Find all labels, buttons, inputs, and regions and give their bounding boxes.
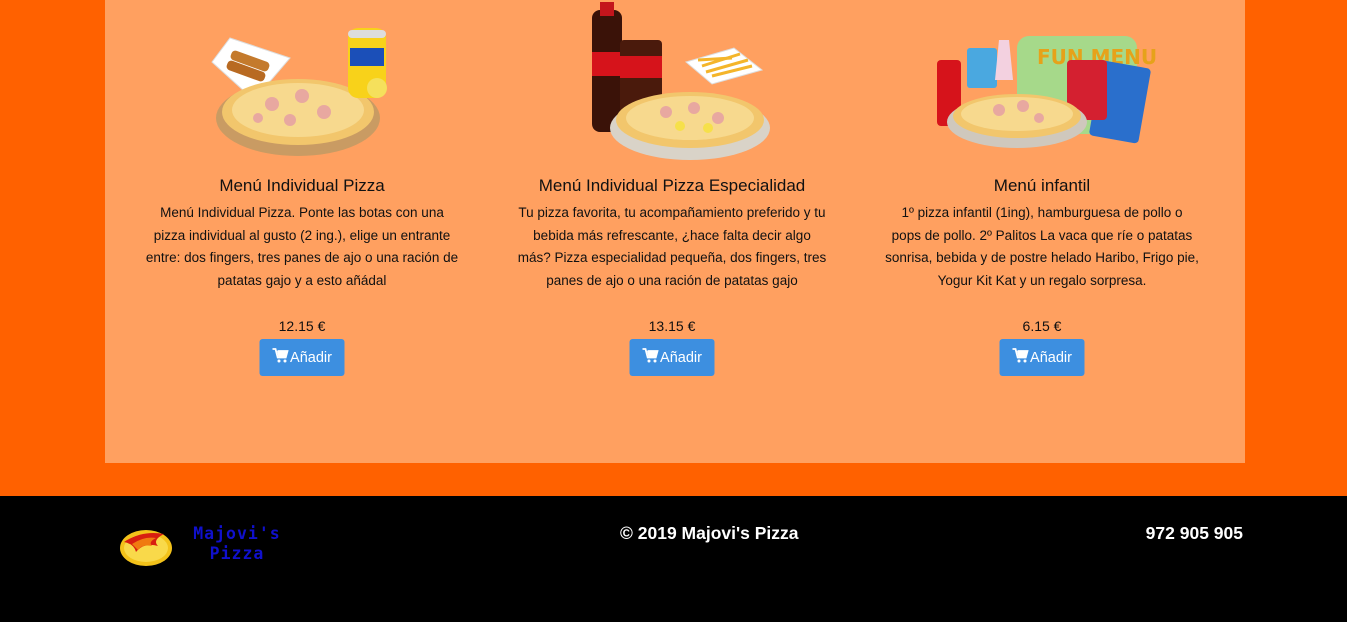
flaming-pizza-icon bbox=[120, 530, 172, 566]
add-button-label: Añadir bbox=[660, 349, 702, 366]
add-to-cart-button[interactable]: Añadir bbox=[629, 339, 715, 376]
menu-card-pizza-especialidad: Menú Individual Pizza Especialidad Tu pi… bbox=[487, 0, 857, 463]
menu-item-description: 1º pizza infantil (1ing), hamburguesa de… bbox=[885, 205, 1199, 289]
menu-panel: Menú Individual Pizza Menú Individual Pi… bbox=[105, 0, 1245, 463]
menu-item-title: Menú infantil bbox=[993, 176, 1091, 195]
site-footer: Majovi's Pizza © 2019 Majovi's Pizza 972… bbox=[0, 496, 1347, 622]
add-to-cart-button[interactable]: Añadir bbox=[259, 339, 345, 376]
copyright-text: © 2019 Majovi's Pizza bbox=[620, 523, 799, 543]
menu-item-price: 6.15 € bbox=[1022, 318, 1062, 334]
shopping-cart-icon bbox=[272, 348, 289, 367]
shopping-cart-icon bbox=[642, 348, 659, 367]
menu-item-title: Menú Individual Pizza Especialidad bbox=[538, 176, 806, 195]
shopping-cart-icon bbox=[1012, 348, 1029, 367]
pizza-with-fanta-and-fingers-image bbox=[117, 0, 487, 165]
logo-line2: Pizza bbox=[209, 544, 265, 563]
pizza-with-coca-cola-and-fries-image bbox=[487, 0, 857, 165]
phone-number: 972 905 905 bbox=[1145, 523, 1243, 543]
majovis-pizza-logo[interactable]: Majovi's Pizza bbox=[118, 522, 288, 570]
menu-item-price: 12.15 € bbox=[278, 318, 326, 334]
menu-item-description: Menú Individual Pizza. Ponte las botas c… bbox=[145, 205, 459, 289]
logo-text: Majovi's Pizza bbox=[182, 524, 292, 564]
add-to-cart-button[interactable]: Añadir bbox=[999, 339, 1085, 376]
menu-item-title: Menú Individual Pizza bbox=[219, 176, 385, 195]
add-button-label: Añadir bbox=[290, 349, 332, 366]
menu-card-individual-pizza: Menú Individual Pizza Menú Individual Pi… bbox=[117, 0, 487, 463]
logo-line1: Majovi's bbox=[193, 524, 281, 543]
add-button-label: Añadir bbox=[1030, 349, 1072, 366]
menu-card-infantil: FUN MENU Menú infantil 1º pizza infantil… bbox=[857, 0, 1227, 463]
menu-item-price: 13.15 € bbox=[648, 318, 696, 334]
menu-item-description: Tu pizza favorita, tu acompañamiento pre… bbox=[517, 205, 827, 289]
fun-menu-kids-image: FUN MENU bbox=[857, 0, 1227, 165]
